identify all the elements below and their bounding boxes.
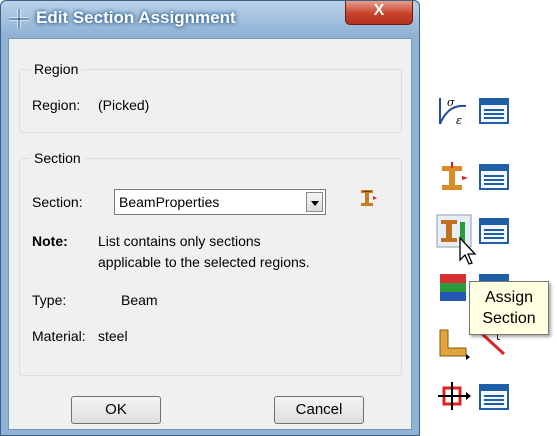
material-value: steel [98, 328, 128, 344]
move-cross-icon [9, 9, 29, 29]
ok-button[interactable]: OK [71, 396, 161, 424]
create-section-icon[interactable] [358, 188, 378, 208]
section-select[interactable]: BeamProperties [114, 189, 326, 215]
note-line-2: applicable to the selected regions. [98, 254, 310, 270]
dialog-body: Region Region: (Picked) Section Section:… [8, 38, 412, 430]
region-legend: Region [30, 61, 83, 77]
dialog-title: Edit Section Assignment [36, 8, 236, 27]
type-value: Beam [121, 292, 158, 308]
shell-offset-icon[interactable] [436, 326, 472, 360]
inertia-manager-icon[interactable] [476, 380, 512, 414]
region-value: (Picked) [98, 97, 150, 113]
profile-icon[interactable] [436, 270, 472, 304]
section-manager-icon[interactable] [476, 94, 512, 128]
title-bar[interactable]: Edit Section Assignment X [1, 1, 419, 37]
stress-strain-icon[interactable]: σ ε [436, 94, 472, 128]
cancel-button[interactable]: Cancel [274, 396, 364, 424]
note-label: Note: [32, 233, 68, 249]
note-line-1: List contains only sections [98, 233, 261, 249]
tooltip-line-2: Section [482, 310, 536, 327]
region-group: Region Region: (Picked) [19, 61, 402, 133]
close-button[interactable]: X [345, 1, 413, 25]
create-section-icon[interactable] [436, 160, 472, 194]
type-label: Type: [32, 292, 67, 308]
section-select-value: BeamProperties [119, 194, 220, 210]
property-module-toolbox: σ ε t [420, 0, 557, 436]
tooltip-line-1: Assign [484, 289, 534, 306]
inertia-icon[interactable] [436, 380, 472, 414]
svg-text:ε: ε [456, 114, 462, 127]
region-label: Region: [32, 97, 81, 113]
edit-section-assignment-dialog: Edit Section Assignment X Region Region:… [0, 0, 420, 436]
assign-section-tooltip: Assign Section [469, 281, 549, 335]
chevron-down-icon[interactable] [306, 192, 323, 212]
svg-text:σ: σ [447, 96, 455, 109]
section-group: Section Section: BeamProperties Note: Li… [19, 150, 402, 376]
section-manager-icon[interactable] [476, 160, 512, 194]
section-legend: Section [30, 150, 85, 166]
section-label: Section: [32, 194, 83, 210]
section-assignment-manager-icon[interactable] [476, 214, 512, 248]
mouse-cursor-icon [459, 236, 477, 265]
material-label: Material: [32, 328, 86, 344]
